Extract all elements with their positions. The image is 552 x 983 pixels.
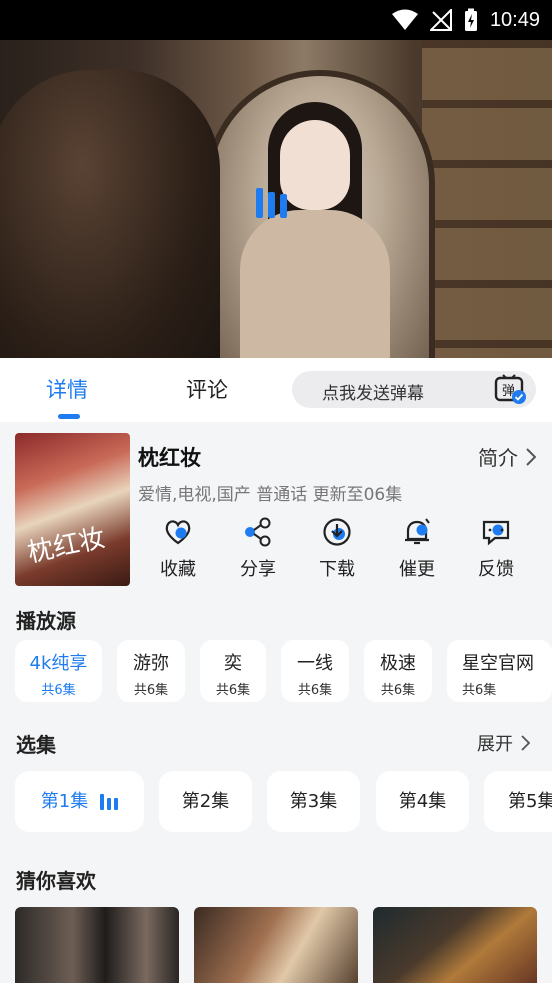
episode-item[interactable]: 第5集 (484, 771, 552, 832)
episode-list: 第1集 第2集 第3集 第4集 第5集 (15, 771, 552, 833)
urge-update-button[interactable]: 催更 (387, 517, 447, 581)
episode-label: 第2集 (181, 791, 230, 812)
video-frame-person (0, 70, 220, 358)
episode-item[interactable]: 第3集 (267, 771, 360, 832)
show-poster[interactable]: 枕红妆 (15, 433, 130, 586)
feedback-button[interactable]: 反馈 (466, 517, 526, 581)
feedback-icon (482, 520, 510, 546)
episode-label: 第3集 (289, 791, 338, 812)
sources-title: 播放源 (16, 609, 76, 633)
recommend-list (15, 907, 552, 983)
episode-item[interactable]: 第4集 (376, 771, 469, 832)
expand-episodes-button[interactable]: 展开 (477, 730, 530, 756)
source-name: 4k纯享 (29, 653, 88, 674)
tab-comments[interactable]: 评论 (186, 374, 228, 404)
episode-label: 第1集 (40, 791, 89, 812)
episode-item[interactable]: 第2集 (159, 771, 252, 832)
source-name: 奕 (224, 653, 242, 674)
feedback-label: 反馈 (478, 559, 514, 580)
tab-details[interactable]: 详情 (46, 374, 88, 404)
download-label: 下载 (319, 559, 355, 580)
status-bar: 10:49 (0, 0, 552, 40)
source-count: 共6集 (380, 683, 416, 698)
no-signal-icon (429, 9, 452, 31)
source-name: 极速 (380, 653, 416, 674)
video-frame-face (280, 120, 350, 210)
episodes-title: 选集 (16, 733, 56, 757)
source-item[interactable]: 一线 共6集 (281, 640, 349, 702)
download-icon (323, 518, 351, 546)
action-bar: 收藏 分享 下载 催更 反馈 (138, 517, 538, 587)
source-count: 共6集 (41, 683, 76, 698)
source-item[interactable]: 星空官网 共6集 (447, 640, 552, 702)
share-label: 分享 (240, 559, 276, 580)
expand-label: 展开 (477, 734, 513, 755)
battery-charging-icon (464, 8, 477, 31)
favorite-button[interactable]: 收藏 (148, 517, 208, 581)
source-name: 一线 (297, 653, 333, 674)
wifi-icon (391, 9, 418, 30)
active-tab-indicator (58, 414, 80, 419)
share-icon (245, 517, 271, 547)
source-name: 星空官网 (462, 653, 534, 674)
danmu-input[interactable]: 点我发送弹幕 弹 (292, 371, 536, 408)
source-item[interactable]: 4k纯享 共6集 (15, 640, 102, 702)
episode-item[interactable]: 第1集 (15, 771, 144, 832)
source-name: 游弥 (133, 653, 169, 674)
source-count: 共6集 (297, 683, 333, 698)
recommend-item[interactable] (194, 907, 358, 983)
poster-title: 枕红妆 (25, 523, 108, 569)
recommend-item[interactable] (15, 907, 179, 983)
intro-button[interactable]: 简介 (478, 442, 536, 471)
danmu-toggle-icon[interactable]: 弹 (494, 373, 526, 405)
source-item[interactable]: 游弥 共6集 (117, 640, 185, 702)
heart-icon (165, 520, 191, 545)
show-title: 枕红妆 (138, 446, 201, 470)
video-frame-shelf (422, 40, 552, 358)
video-frame-coat (240, 210, 390, 358)
download-button[interactable]: 下载 (307, 517, 367, 581)
source-count: 共6集 (133, 683, 169, 698)
now-playing-icon (100, 794, 119, 810)
status-time: 10:49 (489, 8, 540, 31)
source-list: 4k纯享 共6集 游弥 共6集 奕 共6集 一线 共6集 极速 共6集 星空官网… (15, 640, 552, 704)
show-meta: 爱情,电视,国产 普通话 更新至06集 (138, 485, 403, 505)
urge-update-label: 催更 (399, 559, 435, 580)
recommend-title: 猜你喜欢 (16, 869, 96, 893)
video-player[interactable] (0, 40, 552, 358)
episode-label: 第4集 (398, 791, 447, 812)
chevron-right-icon (521, 735, 530, 751)
share-button[interactable]: 分享 (228, 517, 288, 581)
source-count: 共6集 (215, 683, 251, 698)
source-item[interactable]: 极速 共6集 (364, 640, 432, 702)
danmu-placeholder: 点我发送弹幕 (322, 384, 424, 404)
source-count: 共6集 (462, 683, 497, 698)
episode-label: 第5集 (508, 791, 552, 812)
favorite-label: 收藏 (160, 559, 196, 580)
chevron-right-icon (526, 447, 536, 466)
loading-bars-icon (256, 188, 287, 218)
detail-tabs-bar: 详情 评论 点我发送弹幕 弹 (0, 358, 552, 422)
recommend-item[interactable] (373, 907, 537, 983)
source-item[interactable]: 奕 共6集 (200, 640, 266, 702)
intro-label: 简介 (478, 446, 518, 470)
bell-icon (405, 518, 430, 545)
show-info: 枕红妆 枕红妆 简介 爱情,电视,国产 普通话 更新至06集 收藏 分享 下载 … (0, 422, 552, 597)
